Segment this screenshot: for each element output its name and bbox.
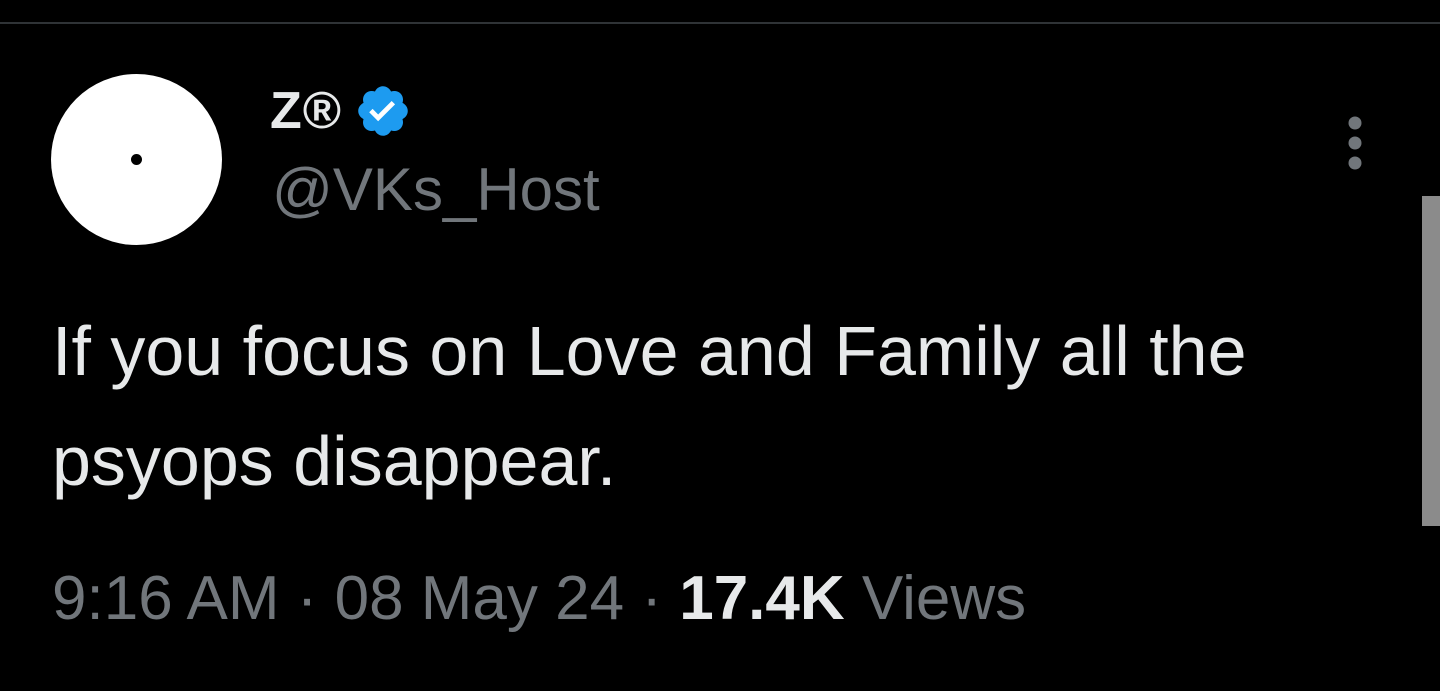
meta-separator: ·: [641, 564, 680, 633]
avatar-dot: [131, 154, 142, 165]
scrollbar-thumb[interactable]: [1422, 196, 1440, 526]
name-row: Z®: [270, 80, 412, 142]
display-name[interactable]: Z®: [270, 85, 342, 137]
tweet-meta: 9:16 AM · 08 May 24 · 17.4K Views: [52, 561, 1026, 637]
avatar[interactable]: [51, 74, 222, 245]
user-handle[interactable]: @VKs_Host: [272, 160, 600, 220]
views-count[interactable]: 17.4K: [679, 564, 844, 633]
tweet-text: If you focus on Love and Family all the …: [52, 312, 1247, 500]
more-vertical-icon[interactable]: [1335, 112, 1375, 174]
verified-badge-icon[interactable]: [354, 82, 412, 140]
meta-separator: ·: [296, 564, 335, 633]
tweet-time[interactable]: 9:16 AM: [52, 564, 279, 633]
top-divider: [0, 22, 1440, 24]
tweet-date[interactable]: 08 May 24: [335, 564, 625, 633]
views-label: Views: [844, 564, 1027, 633]
